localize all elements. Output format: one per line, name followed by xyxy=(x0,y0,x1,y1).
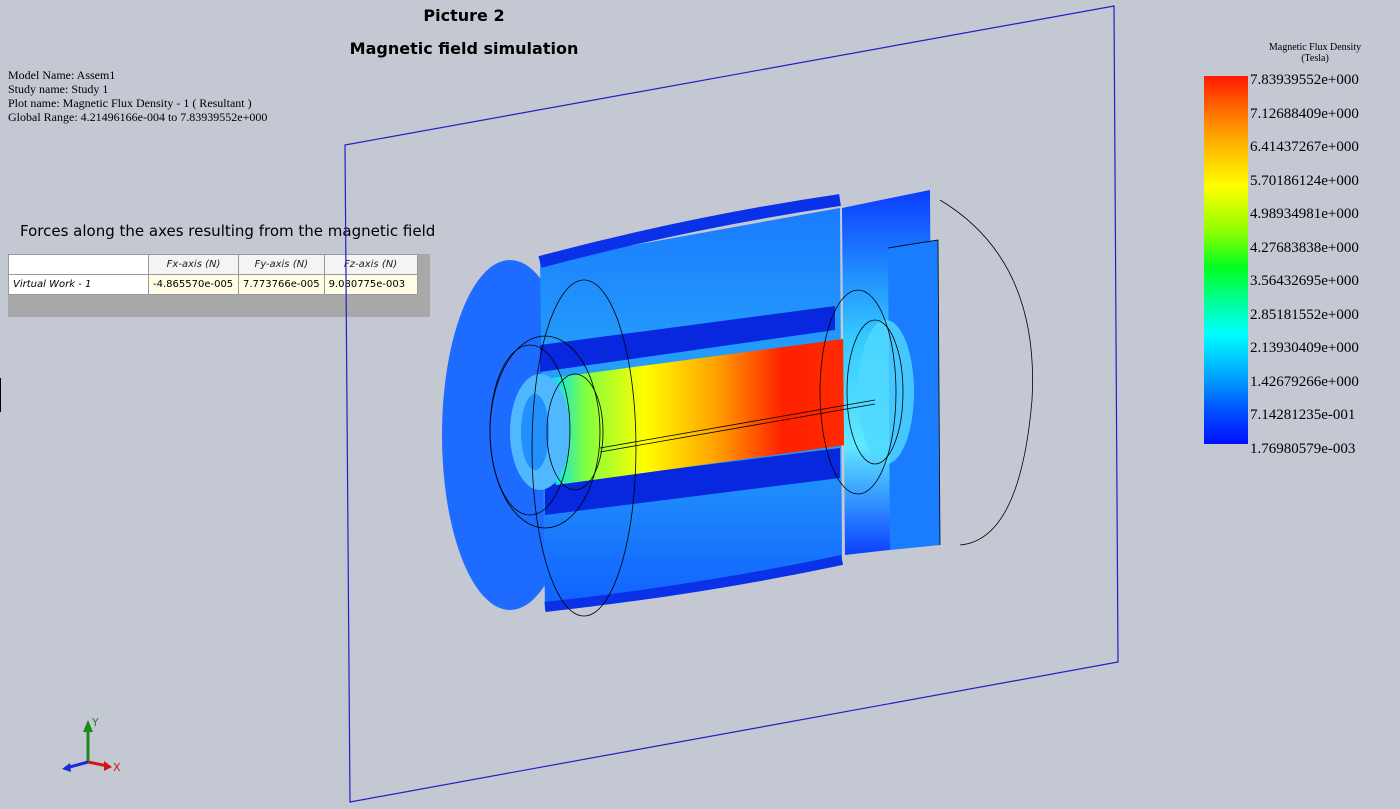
core-left-inner xyxy=(521,394,549,470)
legend-label: 6.41437267e+000 xyxy=(1250,139,1359,155)
legend-label: 7.12688409e+000 xyxy=(1250,105,1359,122)
legend-label: 7.83939552e+000 xyxy=(1250,72,1359,88)
legend-label: 1.42679266e+000 xyxy=(1250,373,1359,390)
legend-label: 5.70186124e+000 xyxy=(1250,172,1359,189)
model-viewport[interactable]: Y X xyxy=(0,0,1400,809)
end-plate-hole xyxy=(858,320,914,464)
x-axis-label: X xyxy=(113,761,121,774)
axis-triad: Y X xyxy=(62,716,121,774)
y-axis-label: Y xyxy=(91,716,99,729)
legend-title-line1: Magnetic Flux Density xyxy=(1268,42,1362,53)
legend-label: 4.98934981e+000 xyxy=(1250,206,1359,222)
legend-label: 7.14281235e-001 xyxy=(1250,407,1356,423)
legend-label: 2.85181552e+000 xyxy=(1250,306,1359,323)
legend-title-line2: (Tesla) xyxy=(1301,53,1329,64)
legend-title: Magnetic Flux Density (Tesla) xyxy=(1240,42,1390,64)
legend-label: 2.13930409e+000 xyxy=(1250,340,1359,356)
legend-label: 4.27683838e+000 xyxy=(1250,239,1359,256)
legend-label: 1.76980579e-003 xyxy=(1250,440,1356,457)
legend-label: 3.56432695e+000 xyxy=(1250,273,1359,289)
legend-color-bar xyxy=(1204,76,1248,444)
